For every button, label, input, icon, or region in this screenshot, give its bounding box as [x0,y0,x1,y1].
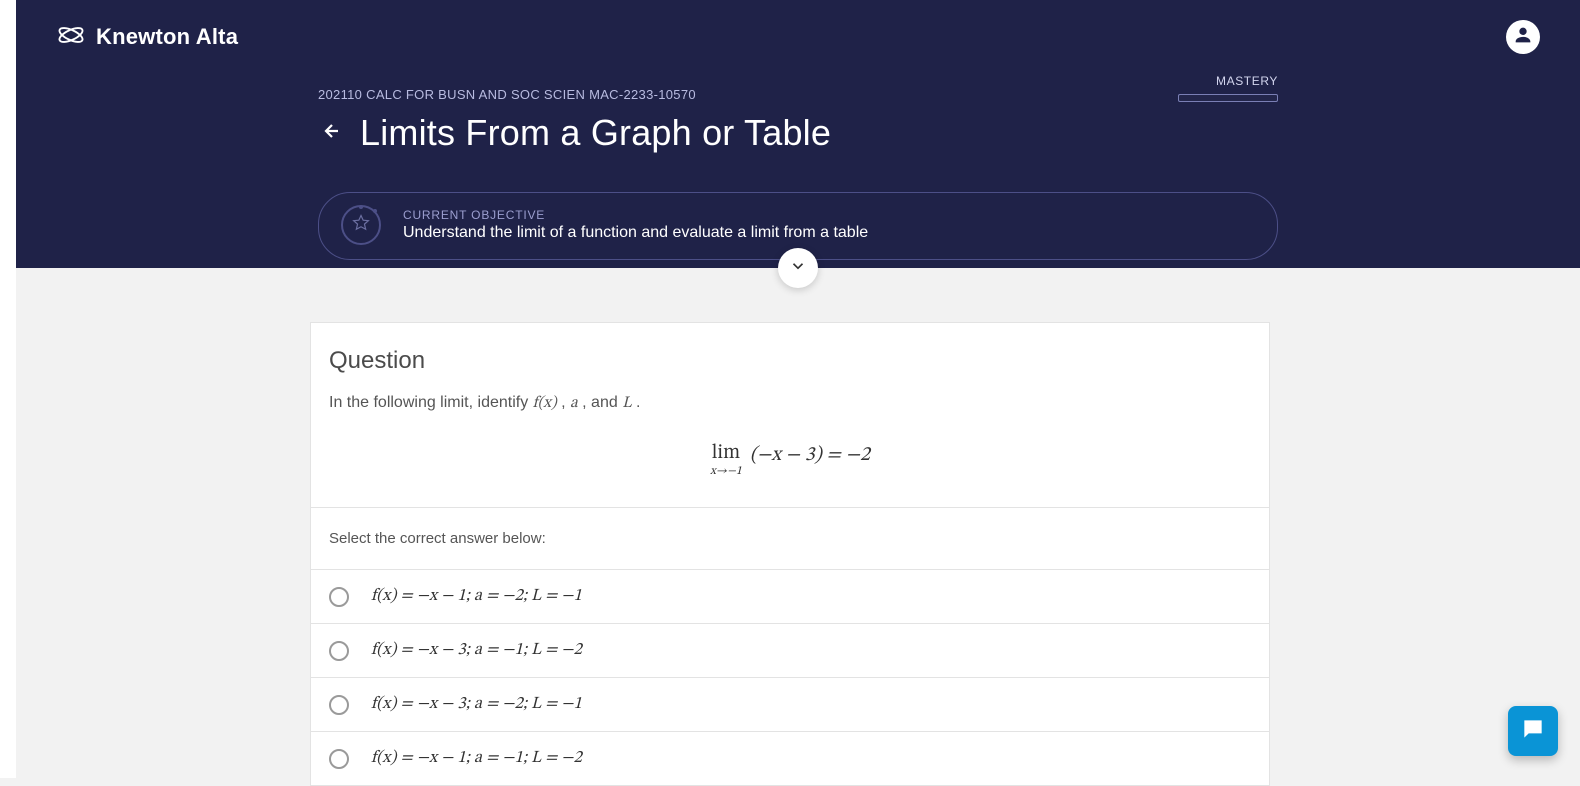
chevron-down-icon [789,257,807,280]
mastery-label: MASTERY [1178,74,1278,88]
radio-input[interactable] [329,641,349,661]
answer-option[interactable]: f(x) = −x − 1; a = −1; L = −2 [311,732,1269,785]
mastery-progress-bar [1178,94,1278,102]
option-label: f(x) = −x − 1; a = −1; L = −2 [371,750,582,767]
expand-header-button[interactable] [778,248,818,288]
question-limit-formula: lim x→−1 (−x − 3) = −2 [329,441,1251,477]
limit-subscript: x→−1 [710,465,742,477]
radio-input[interactable] [329,587,349,607]
star-icon [352,214,370,237]
prompt-math-a: a [570,395,578,411]
course-code: 202110 CALC FOR BUSN AND SOC SCIEN MAC-2… [318,87,696,102]
prompt-text: , and [582,394,622,411]
answer-option[interactable]: f(x) = −x − 3; a = −1; L = −2 [311,624,1269,678]
brand-name: Knewton Alta [96,24,238,50]
objective-caption: CURRENT OBJECTIVE [403,208,868,222]
header: Knewton Alta 202110 CALC FOR BUSN AND SO… [16,0,1580,268]
chat-button[interactable] [1508,706,1558,756]
radio-input[interactable] [329,749,349,769]
back-button[interactable] [318,119,342,148]
objective-description: Understand the limit of a function and e… [403,224,868,242]
person-icon [1512,24,1534,51]
question-card: Question In the following limit, identif… [310,322,1270,786]
question-heading: Question [329,347,1251,375]
limit-body: (−x − 3) = −2 [750,445,870,465]
option-label: f(x) = −x − 3; a = −1; L = −2 [371,642,582,659]
answer-option[interactable]: f(x) = −x − 3; a = −2; L = −1 [311,678,1269,732]
arrow-left-icon [318,119,342,148]
prompt-text: . [636,394,640,411]
option-label: f(x) = −x − 3; a = −2; L = −1 [371,696,582,713]
prompt-text: In the following limit, identify [329,394,533,411]
objective-progress-ring [341,205,381,245]
account-avatar-button[interactable] [1506,20,1540,54]
prompt-math-L: L [622,395,631,411]
left-gutter [0,0,16,778]
brand: Knewton Alta [56,20,238,55]
answer-option[interactable]: f(x) = −x − 1; a = −2; L = −1 [311,570,1269,624]
option-label: f(x) = −x − 1; a = −2; L = −1 [371,588,582,605]
mastery-block: MASTERY [1178,74,1278,102]
prompt-math-fx: f(x) [533,395,557,411]
prompt-text: , [561,394,570,411]
select-answer-label: Select the correct answer below: [311,508,1269,570]
limit-word: lim [712,443,740,463]
radio-input[interactable] [329,695,349,715]
question-prompt: In the following limit, identify f(x) , … [329,393,1251,413]
brand-logo-icon [56,20,86,55]
chat-icon [1520,716,1546,747]
page-title: Limits From a Graph or Table [360,112,831,154]
